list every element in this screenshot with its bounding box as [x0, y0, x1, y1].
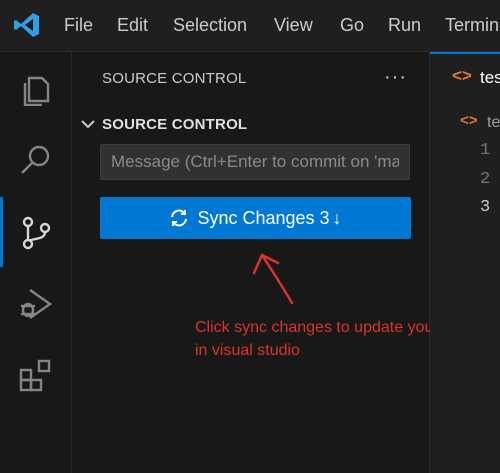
line-number: 2	[480, 170, 491, 189]
explorer-button[interactable]	[0, 52, 72, 124]
activity-bar	[0, 52, 72, 473]
breadcrumb[interactable]: te	[487, 114, 500, 132]
menu-file[interactable]: File	[64, 15, 93, 36]
menu-run[interactable]: Run	[388, 15, 421, 36]
explorer-icon	[23, 76, 50, 106]
menu-view[interactable]: View	[274, 15, 313, 36]
extensions-button[interactable]	[0, 340, 72, 412]
source-control-icon	[22, 216, 51, 250]
line-number: 1	[480, 141, 491, 160]
menu-selection[interactable]: Selection	[173, 15, 247, 36]
breadcrumb-file-icon: <>	[460, 112, 478, 129]
menu-go[interactable]: Go	[340, 15, 364, 36]
menu-edit[interactable]: Edit	[117, 15, 148, 36]
extensions-icon	[19, 359, 51, 392]
commit-message-input[interactable]	[100, 144, 410, 180]
run-debug-button[interactable]	[0, 268, 72, 340]
menu-terminal[interactable]: Termin	[445, 15, 499, 36]
run-debug-icon	[21, 289, 53, 319]
search-button[interactable]	[0, 124, 72, 196]
red-arrow-icon	[252, 253, 294, 305]
source-control-button[interactable]	[0, 196, 72, 268]
tab-label: tes	[480, 68, 500, 87]
title-bar: File Edit Selection View Go Run Termin	[0, 0, 500, 52]
editor-tab[interactable]: <> tes	[430, 52, 500, 104]
html-file-icon: <>	[452, 66, 472, 85]
panel-title: SOURCE CONTROL	[102, 70, 247, 87]
chevron-down-icon	[81, 120, 95, 129]
vscode-logo-icon	[14, 13, 39, 37]
sync-icon	[171, 209, 188, 227]
section-header[interactable]: SOURCE CONTROL	[78, 112, 247, 136]
section-label: SOURCE CONTROL	[102, 115, 248, 133]
line-number-current: 3	[480, 198, 491, 217]
search-icon	[21, 145, 50, 174]
editor-area: <> tes <> te 1 2 3	[430, 52, 500, 473]
sync-changes-label: Sync Changes 3	[197, 207, 330, 228]
more-actions-button[interactable]: ···	[384, 66, 407, 89]
sync-arrow: ↓	[332, 207, 342, 228]
